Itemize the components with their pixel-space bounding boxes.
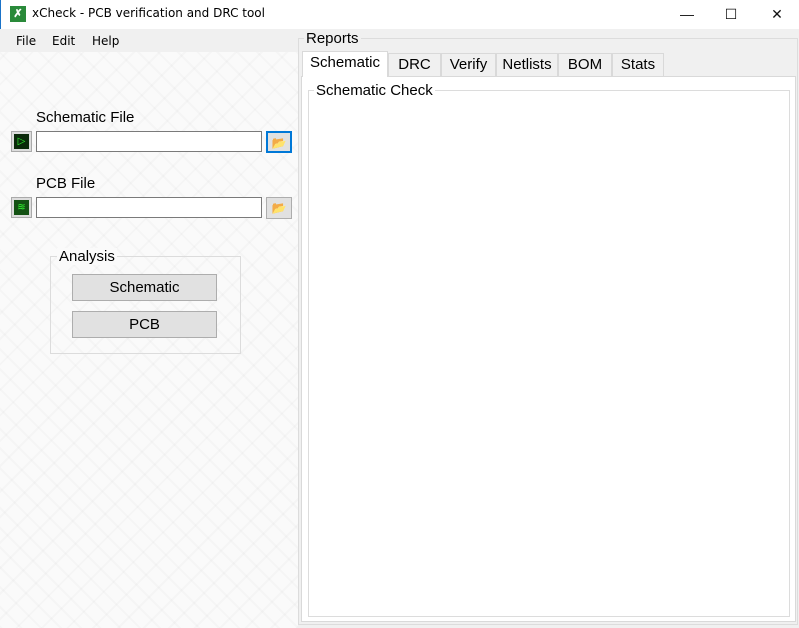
pcb-file-input[interactable] (36, 197, 262, 218)
analysis-label: Analysis (57, 248, 117, 265)
title-bar: ✗ xCheck - PCB verification and DRC tool… (0, 0, 799, 29)
pcb-file-label: PCB File (36, 175, 96, 192)
app-logo-icon: ✗ (10, 6, 26, 22)
menu-help[interactable]: Help (92, 34, 119, 48)
maximize-button[interactable]: ☐ (708, 0, 754, 29)
tab-bom[interactable]: BOM (558, 53, 612, 76)
tab-stats[interactable]: Stats (612, 53, 664, 76)
folder-open-icon: 📂 (271, 201, 287, 215)
schematic-browse-button[interactable]: 📂 (266, 131, 292, 153)
tab-verify[interactable]: Verify (441, 53, 496, 76)
analysis-group (50, 256, 241, 354)
menu-edit[interactable]: Edit (52, 34, 75, 48)
tab-schematic[interactable]: Schematic (302, 51, 388, 77)
schematic-check-label: Schematic Check (314, 82, 435, 99)
schematic-icon[interactable]: ▷ (11, 131, 32, 152)
pcb-browse-button[interactable]: 📂 (266, 197, 292, 219)
minimize-button[interactable]: — (664, 0, 710, 29)
folder-open-icon: 📂 (271, 136, 287, 150)
analyze-pcb-button[interactable]: PCB (72, 311, 217, 338)
close-button[interactable]: ✕ (754, 0, 799, 29)
tab-netlists[interactable]: Netlists (496, 53, 558, 76)
analyze-schematic-button[interactable]: Schematic (72, 274, 217, 301)
window-title: xCheck - PCB verification and DRC tool (32, 6, 265, 20)
menu-bar (0, 29, 298, 52)
tab-drc[interactable]: DRC (388, 53, 441, 76)
schematic-file-input[interactable] (36, 131, 262, 152)
reports-label: Reports (304, 30, 361, 47)
schematic-check-group (308, 90, 790, 617)
menu-file[interactable]: File (16, 34, 36, 48)
schematic-file-label: Schematic File (36, 109, 135, 126)
pcb-icon[interactable]: ≋ (11, 197, 32, 218)
